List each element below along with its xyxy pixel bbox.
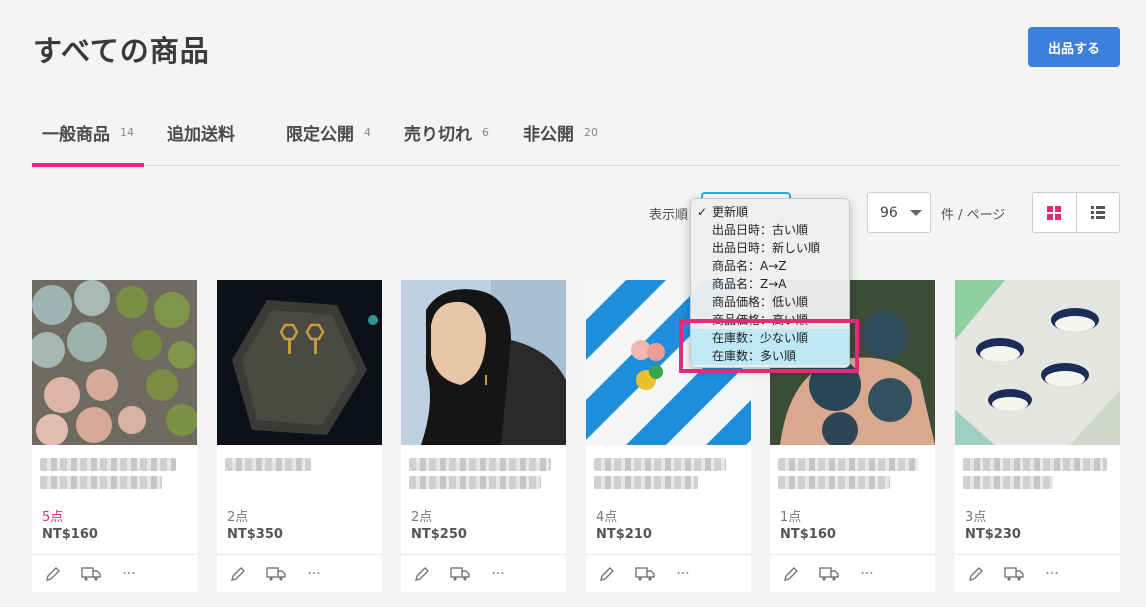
more-icon[interactable]: ··· (1033, 566, 1071, 582)
product-quantity: 3点 (965, 510, 987, 525)
product-quantity: 1点 (780, 510, 802, 525)
tab-label: 一般商品 (42, 125, 110, 145)
sort-option-label: 更新順 (712, 205, 749, 219)
product-price: NT$230 (965, 527, 1021, 542)
tab-private[interactable]: 非公開 20 (523, 100, 598, 165)
shipping-icon[interactable] (810, 566, 848, 581)
sort-option-listed-newest[interactable]: 出品日時：新しい順 (691, 239, 849, 257)
card-actions: ··· (770, 554, 935, 592)
edit-icon[interactable] (34, 566, 72, 582)
product-quantity: 2点 (227, 510, 249, 525)
sort-option-label: 商品名：A→Z (712, 259, 787, 273)
shipping-icon[interactable] (257, 566, 295, 581)
page-title: すべての商品 (33, 34, 210, 68)
sort-label: 表示順 (649, 208, 689, 223)
tab-bar: 一般商品 14 追加送料 限定公開 4 売り切れ 6 非公開 20 (32, 100, 1120, 167)
sort-option-label: 在庫数：少ない順 (712, 331, 809, 345)
sort-menu: ✓ 更新順 出品日時：古い順 出品日時：新しい順 商品名：A→Z 商品名：Z→A… (690, 198, 850, 368)
product-quantity: 2点 (411, 510, 433, 525)
per-page-label: 件 / ページ (941, 208, 1006, 223)
sort-option-name-asc[interactable]: 商品名：A→Z (691, 257, 849, 275)
sort-option-label: 商品名：Z→A (712, 277, 787, 291)
product-image[interactable] (401, 280, 566, 445)
more-icon[interactable]: ··· (664, 566, 702, 582)
list-item-button[interactable]: 出品する (1028, 27, 1120, 67)
checkmark-icon: ✓ (697, 205, 708, 219)
product-image-art (32, 280, 197, 445)
shipping-icon[interactable] (72, 566, 110, 581)
chevron-down-icon (909, 209, 922, 216)
product-image[interactable] (32, 280, 197, 445)
more-icon[interactable]: ··· (295, 566, 333, 582)
product-image[interactable] (955, 280, 1120, 445)
sort-option-listed-oldest[interactable]: 出品日時：古い順 (691, 221, 849, 239)
tab-limited[interactable]: 限定公開 4 (286, 100, 371, 165)
sort-option-label: 商品価格：低い順 (712, 295, 809, 309)
edit-icon[interactable] (957, 566, 995, 582)
product-price: NT$250 (411, 527, 467, 542)
product-card[interactable]: 5点 NT$160 ··· (32, 280, 197, 592)
shipping-icon[interactable] (626, 566, 664, 581)
product-price: NT$210 (596, 527, 652, 542)
card-actions: ··· (32, 554, 197, 592)
shipping-icon[interactable] (441, 566, 479, 581)
tab-label: 追加送料 (167, 125, 235, 145)
card-actions: ··· (401, 554, 566, 592)
more-icon[interactable]: ··· (479, 566, 517, 582)
card-actions: ··· (217, 554, 382, 592)
sort-option-label: 出品日時：新しい順 (712, 241, 821, 255)
tab-label: 売り切れ (404, 125, 472, 145)
product-price: NT$350 (227, 527, 283, 542)
product-image-art (401, 280, 566, 445)
sort-option-label: 出品日時：古い順 (712, 223, 809, 237)
product-image-art (955, 280, 1120, 445)
sort-option-label: 商品価格：高い順 (712, 313, 809, 327)
tab-extra-shipping[interactable]: 追加送料 (167, 100, 235, 165)
per-page-value: 96 (880, 204, 898, 221)
product-card[interactable]: 3点 NT$230 ··· (955, 280, 1120, 592)
sort-option-updated[interactable]: ✓ 更新順 (691, 203, 849, 221)
tab-count: 6 (482, 126, 489, 139)
more-icon[interactable]: ··· (110, 566, 148, 582)
view-toggle (1032, 192, 1120, 233)
sort-option-label: 在庫数：多い順 (712, 349, 797, 363)
product-card[interactable]: 2点 NT$350 ··· (217, 280, 382, 592)
product-image-art (217, 280, 382, 445)
tab-label: 非公開 (523, 125, 574, 145)
edit-icon[interactable] (772, 566, 810, 582)
product-quantity: 5点 (42, 510, 64, 525)
product-quantity: 4点 (596, 510, 618, 525)
grid-view-button[interactable] (1033, 193, 1076, 232)
list-icon (1090, 206, 1105, 219)
list-view-button[interactable] (1075, 193, 1120, 232)
card-actions: ··· (955, 554, 1120, 592)
tab-label: 限定公開 (286, 125, 354, 145)
sort-option-stock-high[interactable]: 在庫数：多い順 (691, 347, 849, 365)
sort-option-price-low[interactable]: 商品価格：低い順 (691, 293, 849, 311)
per-page-select[interactable]: 96 (867, 192, 931, 233)
sort-option-name-desc[interactable]: 商品名：Z→A (691, 275, 849, 293)
edit-icon[interactable] (403, 566, 441, 582)
tab-general[interactable]: 一般商品 14 (32, 100, 144, 167)
tab-count: 20 (584, 126, 598, 139)
sort-option-price-high[interactable]: 商品価格：高い順 (691, 311, 849, 329)
product-card[interactable]: 2点 NT$250 ··· (401, 280, 566, 592)
grid-icon (1047, 205, 1062, 220)
product-price: NT$160 (780, 527, 836, 542)
tab-sold-out[interactable]: 売り切れ 6 (404, 100, 489, 165)
tab-count: 4 (364, 126, 371, 139)
product-price: NT$160 (42, 527, 98, 542)
edit-icon[interactable] (588, 566, 626, 582)
edit-icon[interactable] (219, 566, 257, 582)
card-actions: ··· (586, 554, 751, 592)
more-icon[interactable]: ··· (848, 566, 886, 582)
sort-option-stock-low[interactable]: 在庫数：少ない順 (691, 329, 849, 347)
product-image[interactable] (217, 280, 382, 445)
tab-count: 14 (120, 126, 134, 139)
shipping-icon[interactable] (995, 566, 1033, 581)
